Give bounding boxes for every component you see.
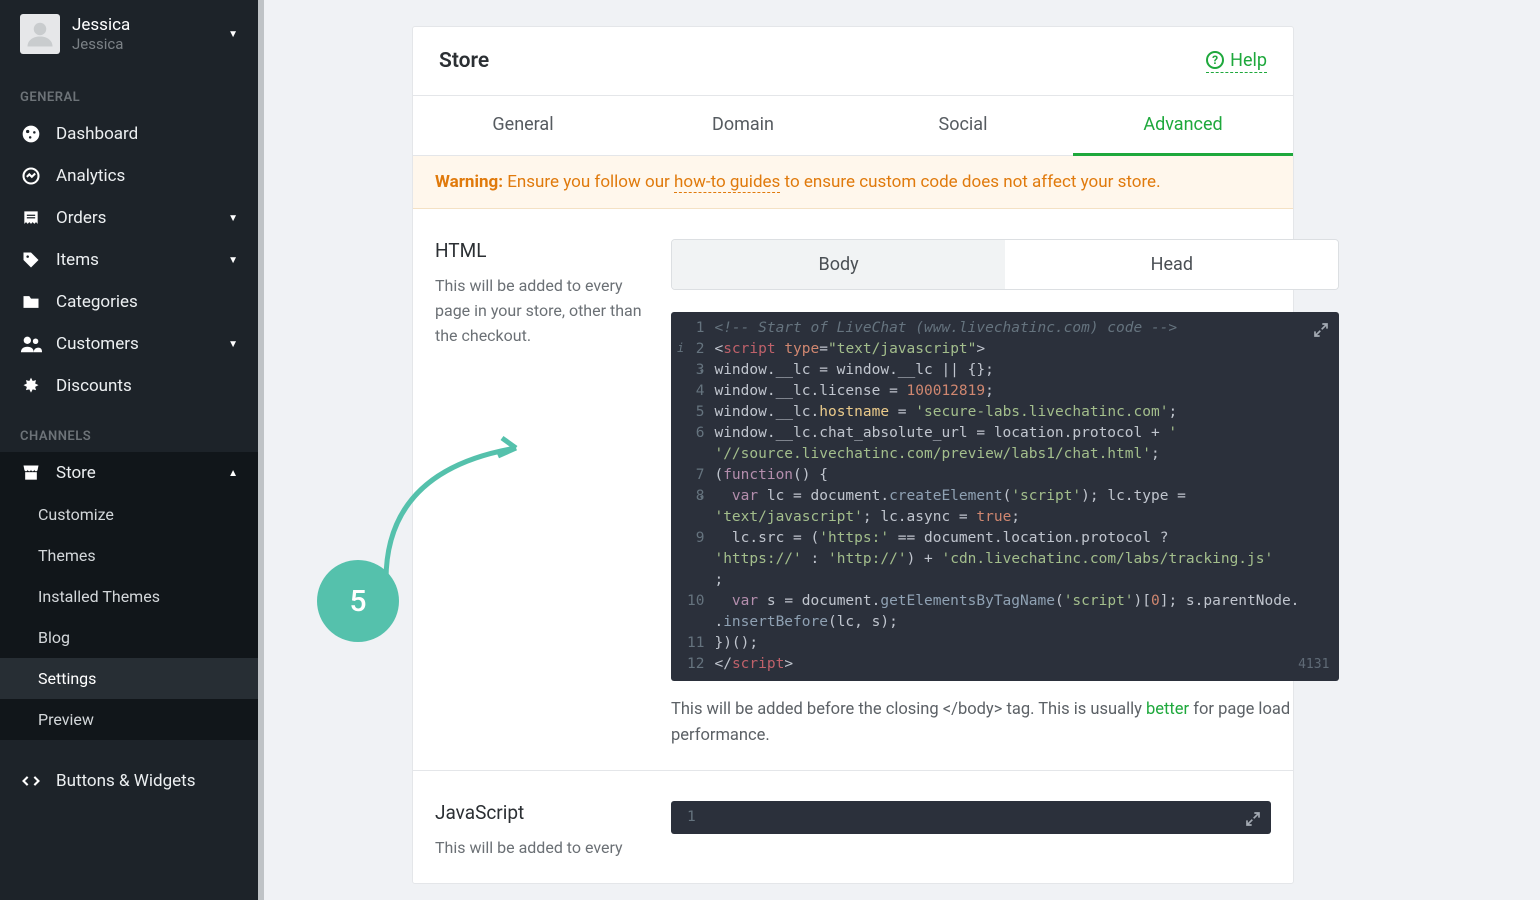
js-section-title: JavaScript xyxy=(435,801,647,824)
store-icon xyxy=(20,463,42,483)
sidebar-item-label: Analytics xyxy=(56,166,238,186)
sidebar-item-label: Customers xyxy=(56,334,214,354)
tag-icon xyxy=(20,250,42,270)
caret-down-icon: ▼ xyxy=(228,29,238,40)
fold-marker-icon: i xyxy=(677,340,684,357)
sidebar-item-label: Store xyxy=(56,463,214,483)
analytics-icon xyxy=(20,166,42,186)
tab-advanced[interactable]: Advanced xyxy=(1073,96,1293,156)
javascript-section: JavaScript This will be added to every 1 xyxy=(413,771,1293,883)
chevron-down-icon: ▼ xyxy=(228,339,238,350)
user-name-primary: Jessica xyxy=(72,15,216,35)
sidebar-item-categories[interactable]: Categories xyxy=(0,281,258,323)
folder-icon xyxy=(20,292,42,312)
sidebar-item-label: Buttons & Widgets xyxy=(56,771,238,791)
html-section-title: HTML xyxy=(435,239,647,262)
html-code-editor[interactable]: i 1 2 ▾ 3 4 5 6 xyxy=(671,312,1339,681)
toggle-body[interactable]: Body xyxy=(672,240,1005,289)
help-icon: ? xyxy=(1206,51,1224,69)
body-head-toggle: Body Head xyxy=(671,239,1339,290)
user-menu[interactable]: Jessica Jessica ▼ xyxy=(0,0,258,68)
avatar xyxy=(20,14,60,54)
annotation-number: 5 xyxy=(349,584,366,619)
chevron-down-icon: ▼ xyxy=(228,255,238,266)
sidebar-item-label: Items xyxy=(56,250,214,270)
sidebar-item-orders[interactable]: Orders ▼ xyxy=(0,197,258,239)
sidebar-item-preview[interactable]: Preview xyxy=(0,699,258,740)
sidebar-item-buttons-widgets[interactable]: Buttons & Widgets xyxy=(0,760,258,802)
sidebar-item-store[interactable]: Store ▲ xyxy=(0,452,258,494)
sidebar-item-analytics[interactable]: Analytics xyxy=(0,155,258,197)
chevron-up-icon: ▲ xyxy=(228,468,238,479)
sidebar-item-blog[interactable]: Blog xyxy=(0,617,258,658)
burst-icon xyxy=(20,376,42,396)
help-label: Help xyxy=(1230,50,1267,71)
html-hint: This will be added before the closing </… xyxy=(671,697,1339,748)
sidebar-item-discounts[interactable]: Discounts xyxy=(0,365,258,407)
main-content: Store ? Help General Domain Social Advan… xyxy=(264,0,1540,900)
sidebar: Jessica Jessica ▼ GENERAL Dashboard Anal… xyxy=(0,0,264,900)
warning-banner: Warning: Ensure you follow our how-to gu… xyxy=(413,156,1293,209)
tab-social[interactable]: Social xyxy=(853,96,1073,155)
sidebar-item-customers[interactable]: Customers ▼ xyxy=(0,323,258,365)
page-title: Store xyxy=(439,49,489,73)
sidebar-item-label: Categories xyxy=(56,292,238,312)
expand-icon[interactable] xyxy=(1313,322,1329,338)
sidebar-item-dashboard[interactable]: Dashboard xyxy=(0,113,258,155)
code-icon xyxy=(20,771,42,791)
toggle-head[interactable]: Head xyxy=(1005,240,1338,289)
store-settings-panel: Store ? Help General Domain Social Advan… xyxy=(412,26,1294,884)
code-content[interactable]: <!-- Start of LiveChat (www.livechatinc.… xyxy=(714,318,1339,675)
line-gutter: 1 2 ▾ 3 4 5 6 7 ▾ 8 9 xyxy=(671,318,714,675)
orders-icon xyxy=(20,208,42,228)
html-section-desc: This will be added to every page in your… xyxy=(435,274,647,348)
help-link[interactable]: ? Help xyxy=(1206,50,1267,73)
html-section: HTML This will be added to every page in… xyxy=(413,209,1293,771)
sidebar-section-channels: CHANNELS xyxy=(0,407,258,452)
sidebar-section-general: GENERAL xyxy=(0,68,258,113)
store-subitems: Customize Themes Installed Themes Blog S… xyxy=(0,494,258,740)
dashboard-icon xyxy=(20,124,42,144)
how-to-guides-link[interactable]: how-to guides xyxy=(674,172,780,193)
people-icon xyxy=(20,334,42,354)
tab-domain[interactable]: Domain xyxy=(633,96,853,155)
sidebar-item-themes[interactable]: Themes xyxy=(0,535,258,576)
sidebar-item-items[interactable]: Items ▼ xyxy=(0,239,258,281)
sidebar-item-label: Discounts xyxy=(56,376,238,396)
tabs: General Domain Social Advanced xyxy=(413,96,1293,156)
annotation-badge: 5 xyxy=(317,560,399,642)
user-name-secondary: Jessica xyxy=(72,35,216,53)
sidebar-item-customize[interactable]: Customize xyxy=(0,494,258,535)
js-section-desc: This will be added to every xyxy=(435,836,647,861)
warning-prefix: Warning: xyxy=(435,172,503,192)
js-code-editor[interactable]: 1 xyxy=(671,801,1271,834)
sidebar-item-settings[interactable]: Settings xyxy=(0,658,258,699)
sidebar-item-installed-themes[interactable]: Installed Themes xyxy=(0,576,258,617)
tab-general[interactable]: General xyxy=(413,96,633,155)
chevron-down-icon: ▼ xyxy=(228,213,238,224)
better-link[interactable]: better xyxy=(1146,700,1189,719)
sidebar-item-label: Orders xyxy=(56,208,214,228)
sidebar-item-label: Dashboard xyxy=(56,124,238,144)
char-count: 4131 xyxy=(1298,656,1329,675)
expand-icon[interactable] xyxy=(1245,811,1261,827)
